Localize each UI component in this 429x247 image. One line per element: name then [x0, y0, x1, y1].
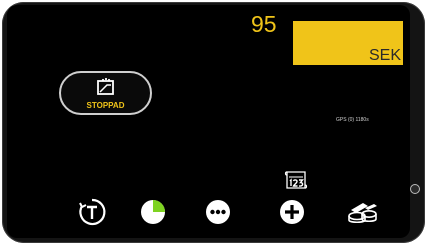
unit-label: SEK: [368, 47, 401, 65]
screen: 95 SEK STOPPAD GPS (0) 1180s: [7, 5, 410, 238]
pie-progress-icon[interactable]: [138, 197, 168, 227]
status-label: STOPPAD: [86, 101, 125, 110]
more-dots-icon[interactable]: [203, 197, 233, 227]
timer-t-icon[interactable]: [77, 197, 107, 227]
stack-coins-icon[interactable]: [345, 197, 381, 227]
add-plus-icon[interactable]: [277, 197, 307, 227]
device-frame: 95 SEK STOPPAD GPS (0) 1180s: [0, 0, 429, 247]
gps-status-text: GPS (0) 1180s: [336, 117, 369, 123]
unit-box[interactable]: SEK: [293, 21, 403, 65]
stopped-climb-icon: [97, 77, 114, 95]
counter-123-icon[interactable]: [283, 169, 309, 191]
hardware-button[interactable]: [410, 184, 420, 194]
status-button[interactable]: STOPPAD: [59, 71, 152, 115]
